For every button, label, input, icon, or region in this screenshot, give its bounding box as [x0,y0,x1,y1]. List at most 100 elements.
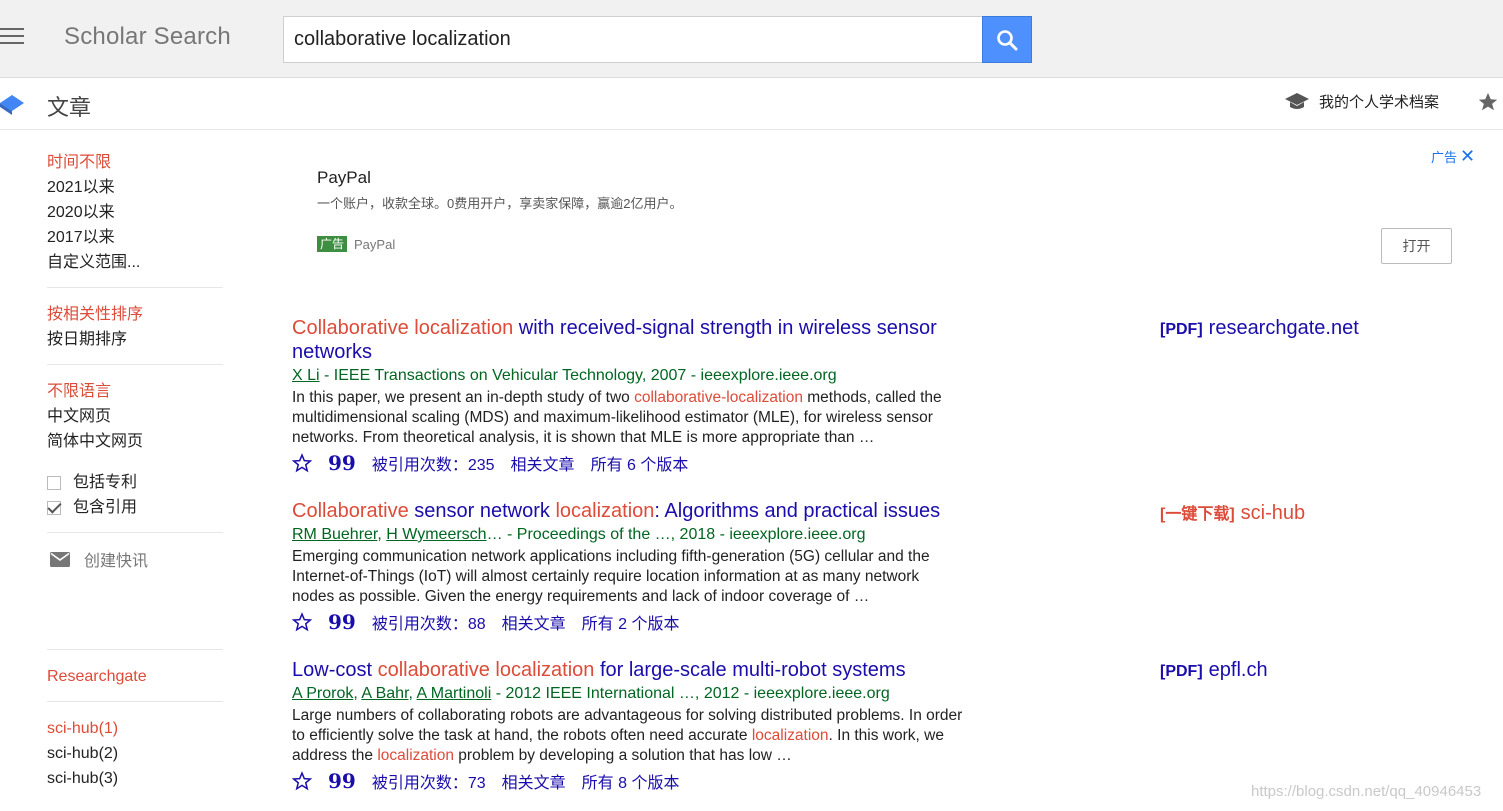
cite-quote-icon[interactable]: 99 [328,610,356,634]
author-link[interactable]: X Li [292,367,320,384]
sort-by-date[interactable]: 按日期排序 [47,327,223,352]
result-title[interactable]: Collaborative sensor network localizatio… [292,499,992,523]
cited-by-link[interactable]: 被引用次数：73 [372,769,486,793]
lang-simplified-chinese[interactable]: 简体中文网页 [47,429,223,454]
menu-icon[interactable] [0,28,24,46]
side-link-tag: [一键下载] [1160,506,1235,523]
result-authors: X Li - IEEE Transactions on Vehicular Te… [292,365,992,386]
ad-title[interactable]: PayPal [317,168,1477,188]
related-articles-link[interactable]: 相关文章 [502,769,566,793]
watermark: https://blog.csdn.net/qq_40946453 [1251,783,1482,800]
divider [47,532,223,533]
related-articles-link[interactable]: 相关文章 [511,451,575,475]
ad-block: 广告 ✕ PayPal 一个账户，收款全球。0费用开户，享卖家保障，赢逾2亿用户… [317,146,1477,264]
filter-any-time[interactable]: 时间不限 [47,150,223,175]
ad-label-text: 广告 [1431,150,1458,165]
author-link[interactable]: A Bahr [361,685,408,702]
my-profile-label: 我的个人学术档案 [1319,94,1440,111]
ad-open-button[interactable]: 打开 [1381,228,1452,264]
ad-source: 广告 PayPal [317,236,395,252]
filter-since-2020[interactable]: 2020以来 [47,200,223,225]
scholar-cap-icon [0,95,24,115]
related-articles-link[interactable]: 相关文章 [502,610,566,634]
sidebar: 时间不限 2021以来 2020以来 2017以来 自定义范围... 按相关性排… [47,150,223,791]
star-icon[interactable] [1477,91,1499,113]
snippet-text: problem by developing a solution that ha… [454,747,792,764]
top-bar: Scholar Search [0,0,1503,78]
search-box[interactable] [283,16,983,63]
include-citations-label: 包含引用 [73,499,138,516]
include-patents-row[interactable]: 包括专利 [47,470,223,495]
researchgate-link[interactable]: Researchgate [47,664,223,689]
scihub-link-1[interactable]: sci-hub(1) [47,716,223,741]
cite-quote-icon[interactable]: 99 [328,769,356,793]
all-versions-link[interactable]: 所有 6 个版本 [591,451,689,475]
create-alert-link[interactable]: 创建快讯 [47,547,223,571]
search-button[interactable] [982,16,1032,63]
ad-label[interactable]: 广告 ✕ [1431,146,1475,167]
side-link-site: sci-hub [1240,502,1306,524]
save-star-icon[interactable] [292,771,312,791]
include-patents-checkbox[interactable] [47,475,61,490]
snippet-highlight: localization [751,727,829,744]
result-title-highlight: Collaborative [292,500,409,522]
result-actions: 99 被引用次数：88 相关文章 所有 2 个版本 [292,610,992,634]
include-patents-label: 包括专利 [73,474,138,491]
side-link-tag: [PDF] [1160,321,1203,338]
cite-quote-icon[interactable]: 99 [328,451,356,475]
side-download-link[interactable]: [一键下载] sci-hub [1160,500,1305,525]
side-link-site: researchgate.net [1208,317,1359,339]
ad-description: 一个账户，收款全球。0费用开户，享卖家保障，赢逾2亿用户。 [317,196,683,211]
lang-chinese-pages[interactable]: 中文网页 [47,404,223,429]
snippet-highlight: collaborative-localization [634,389,803,406]
author-link[interactable]: A Prorok [292,685,353,702]
author-link[interactable]: A Martinoli [417,685,492,702]
scihub-link-3[interactable]: sci-hub(3) [47,766,223,791]
close-icon[interactable]: ✕ [1460,146,1475,167]
create-alert-label: 创建快讯 [84,553,149,570]
include-citations-checkbox[interactable] [47,500,61,515]
result-title[interactable]: Low-cost collaborative localization for … [292,658,992,682]
search-input[interactable] [284,17,983,62]
search-icon [997,29,1018,50]
filter-since-2017[interactable]: 2017以来 [47,225,223,250]
cited-by-link[interactable]: 被引用次数：88 [372,610,486,634]
side-link-tag: [PDF] [1160,663,1203,680]
divider [47,649,223,650]
sub-header: 文章 我的个人学术档案 [0,78,1503,130]
result-title-highlight: localization [555,500,655,522]
side-download-link[interactable]: [PDF] researchgate.net [1160,317,1359,340]
sort-by-relevance[interactable]: 按相关性排序 [47,302,223,327]
filter-custom-range[interactable]: 自定义范围... [47,250,223,275]
filter-since-2021[interactable]: 2021以来 [47,175,223,200]
lang-any[interactable]: 不限语言 [47,379,223,404]
result-snippet: Large numbers of collaborating robots ar… [292,706,964,766]
result-title-text: Low-cost [292,659,378,681]
search-result: Collaborative localization with received… [292,316,992,475]
save-star-icon[interactable] [292,453,312,473]
result-venue: - 2012 IEEE International …, 2012 - ieee… [491,685,890,702]
result-title[interactable]: Collaborative localization with received… [292,316,992,364]
author-link[interactable]: RM Buehrer [292,526,377,543]
my-profile-link[interactable]: 我的个人学术档案 [1285,91,1439,112]
scihub-link-2[interactable]: sci-hub(2) [47,741,223,766]
all-versions-link[interactable]: 所有 8 个版本 [582,769,680,793]
ad-tag: 广告 [317,236,348,252]
include-citations-row[interactable]: 包含引用 [47,495,223,520]
snippet-highlight: localization [377,747,454,764]
author-link[interactable]: H Wymeersch [386,526,486,543]
snippet-text: In this paper, we present an in-depth st… [292,389,635,406]
save-star-icon[interactable] [292,612,312,632]
result-venue: - IEEE Transactions on Vehicular Technol… [319,367,837,384]
cited-by-link[interactable]: 被引用次数：235 [372,451,495,475]
ad-source-name: PayPal [354,236,396,252]
mail-icon [50,551,70,567]
result-title-highlight: collaborative localization [377,659,595,681]
brand-logo[interactable]: Scholar Search [64,23,231,51]
result-snippet: Emerging communication network applicati… [292,548,930,605]
search-result: Low-cost collaborative localization for … [292,658,992,793]
all-versions-link[interactable]: 所有 2 个版本 [582,610,680,634]
side-download-link[interactable]: [PDF] epfl.ch [1160,659,1268,682]
result-actions: 99 被引用次数：73 相关文章 所有 8 个版本 [292,769,992,793]
result-venue: … - Proceedings of the …, 2018 - ieeexpl… [486,526,866,543]
